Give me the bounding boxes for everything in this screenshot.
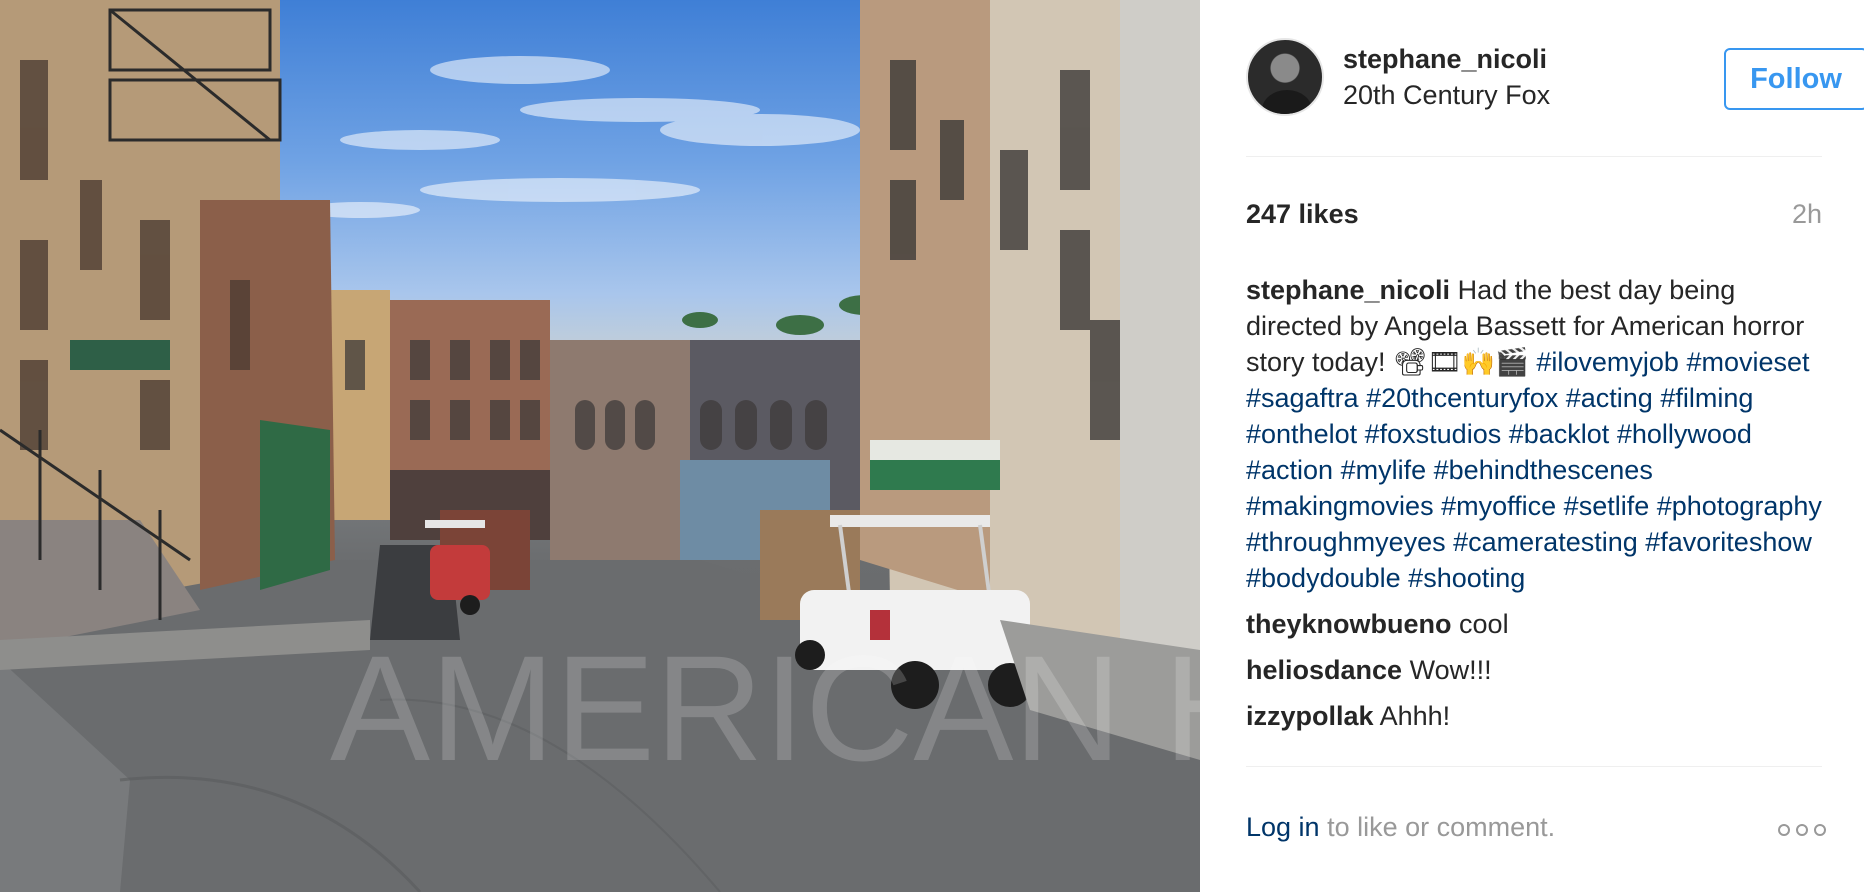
follow-button[interactable]: Follow (1724, 48, 1864, 110)
more-dot (1796, 824, 1808, 836)
location-link[interactable]: 20th Century Fox (1343, 80, 1550, 111)
hashtag-link[interactable]: #20thcenturyfox (1366, 383, 1558, 413)
avatar[interactable] (1246, 38, 1324, 116)
more-dot (1814, 824, 1826, 836)
hashtag-link[interactable]: #myoffice (1441, 491, 1556, 521)
hashtag-link[interactable]: #action (1246, 455, 1333, 485)
comment-item: theyknowbueno cool (1246, 606, 1826, 642)
comments-list: stephane_nicoli Had the best day being d… (1246, 272, 1826, 762)
hashtag-link[interactable]: #filming (1660, 383, 1753, 413)
likes-count[interactable]: 247 likes (1246, 199, 1359, 230)
hashtag-link[interactable]: #movieset (1686, 347, 1809, 377)
header-divider (1246, 156, 1822, 157)
hashtag-link[interactable]: #mylife (1341, 455, 1427, 485)
hashtag-link[interactable]: #photography (1657, 491, 1822, 521)
login-prompt: Log in to like or comment. (1246, 812, 1555, 842)
street-scene-illustration: AMERICAN HORROR STORY BRAS (0, 0, 1200, 892)
post-header: stephane_nicoli 20th Century Fox Follow (1246, 38, 1864, 118)
avatar-silhouette (1262, 90, 1312, 114)
hashtag-link[interactable]: #onthelot (1246, 419, 1357, 449)
post-image[interactable]: AMERICAN HORROR STORY BRAS (0, 0, 1200, 892)
more-options-icon[interactable] (1778, 824, 1826, 838)
post-sidebar: stephane_nicoli 20th Century Fox Follow … (1200, 0, 1864, 892)
login-link[interactable]: Log in (1246, 812, 1320, 842)
watermark-text: AMERICAN HORROR STORY BRAS (330, 624, 1200, 792)
login-prompt-text: to like or comment. (1319, 812, 1556, 842)
comment-author[interactable]: izzypollak (1246, 701, 1374, 731)
hashtag-link[interactable]: #ilovemyjob (1536, 347, 1679, 377)
post-time[interactable]: 2h (1792, 199, 1822, 230)
more-dot (1778, 824, 1790, 836)
hashtag-link[interactable]: #cameratesting (1453, 527, 1638, 557)
hashtag-link[interactable]: #foxstudios (1365, 419, 1502, 449)
username-link[interactable]: stephane_nicoli (1343, 44, 1547, 75)
comment-item: heliosdance Wow!!! (1246, 652, 1826, 688)
comment-text: Wow!!! (1409, 655, 1492, 685)
hashtag-link[interactable]: #sagaftra (1246, 383, 1359, 413)
hashtag-link[interactable]: #favoriteshow (1645, 527, 1812, 557)
post-footer: Log in to like or comment. (1246, 812, 1826, 852)
footer-divider (1246, 766, 1822, 767)
hashtag-link[interactable]: #throughmyeyes (1246, 527, 1446, 557)
comment-author[interactable]: heliosdance (1246, 655, 1402, 685)
hashtag-link[interactable]: #makingmovies (1246, 491, 1434, 521)
comment-text: cool (1459, 609, 1509, 639)
hashtag-link[interactable]: #behindthescenes (1434, 455, 1653, 485)
hashtag-link[interactable]: #setlife (1564, 491, 1650, 521)
caption: stephane_nicoli Had the best day being d… (1246, 272, 1826, 596)
caption-author[interactable]: stephane_nicoli (1246, 275, 1450, 305)
comment-item: izzypollak Ahhh! (1246, 698, 1826, 734)
hashtag-link[interactable]: #backlot (1509, 419, 1610, 449)
caption-hashtags: #ilovemyjob #movieset #sagaftra #20thcen… (1246, 347, 1822, 593)
hashtag-link[interactable]: #shooting (1408, 563, 1525, 593)
comment-text: Ahhh! (1379, 701, 1451, 731)
hashtag-link[interactable]: #acting (1566, 383, 1653, 413)
hashtag-link[interactable]: #hollywood (1617, 419, 1752, 449)
hashtag-link[interactable]: #bodydouble (1246, 563, 1401, 593)
comment-author[interactable]: theyknowbueno (1246, 609, 1452, 639)
